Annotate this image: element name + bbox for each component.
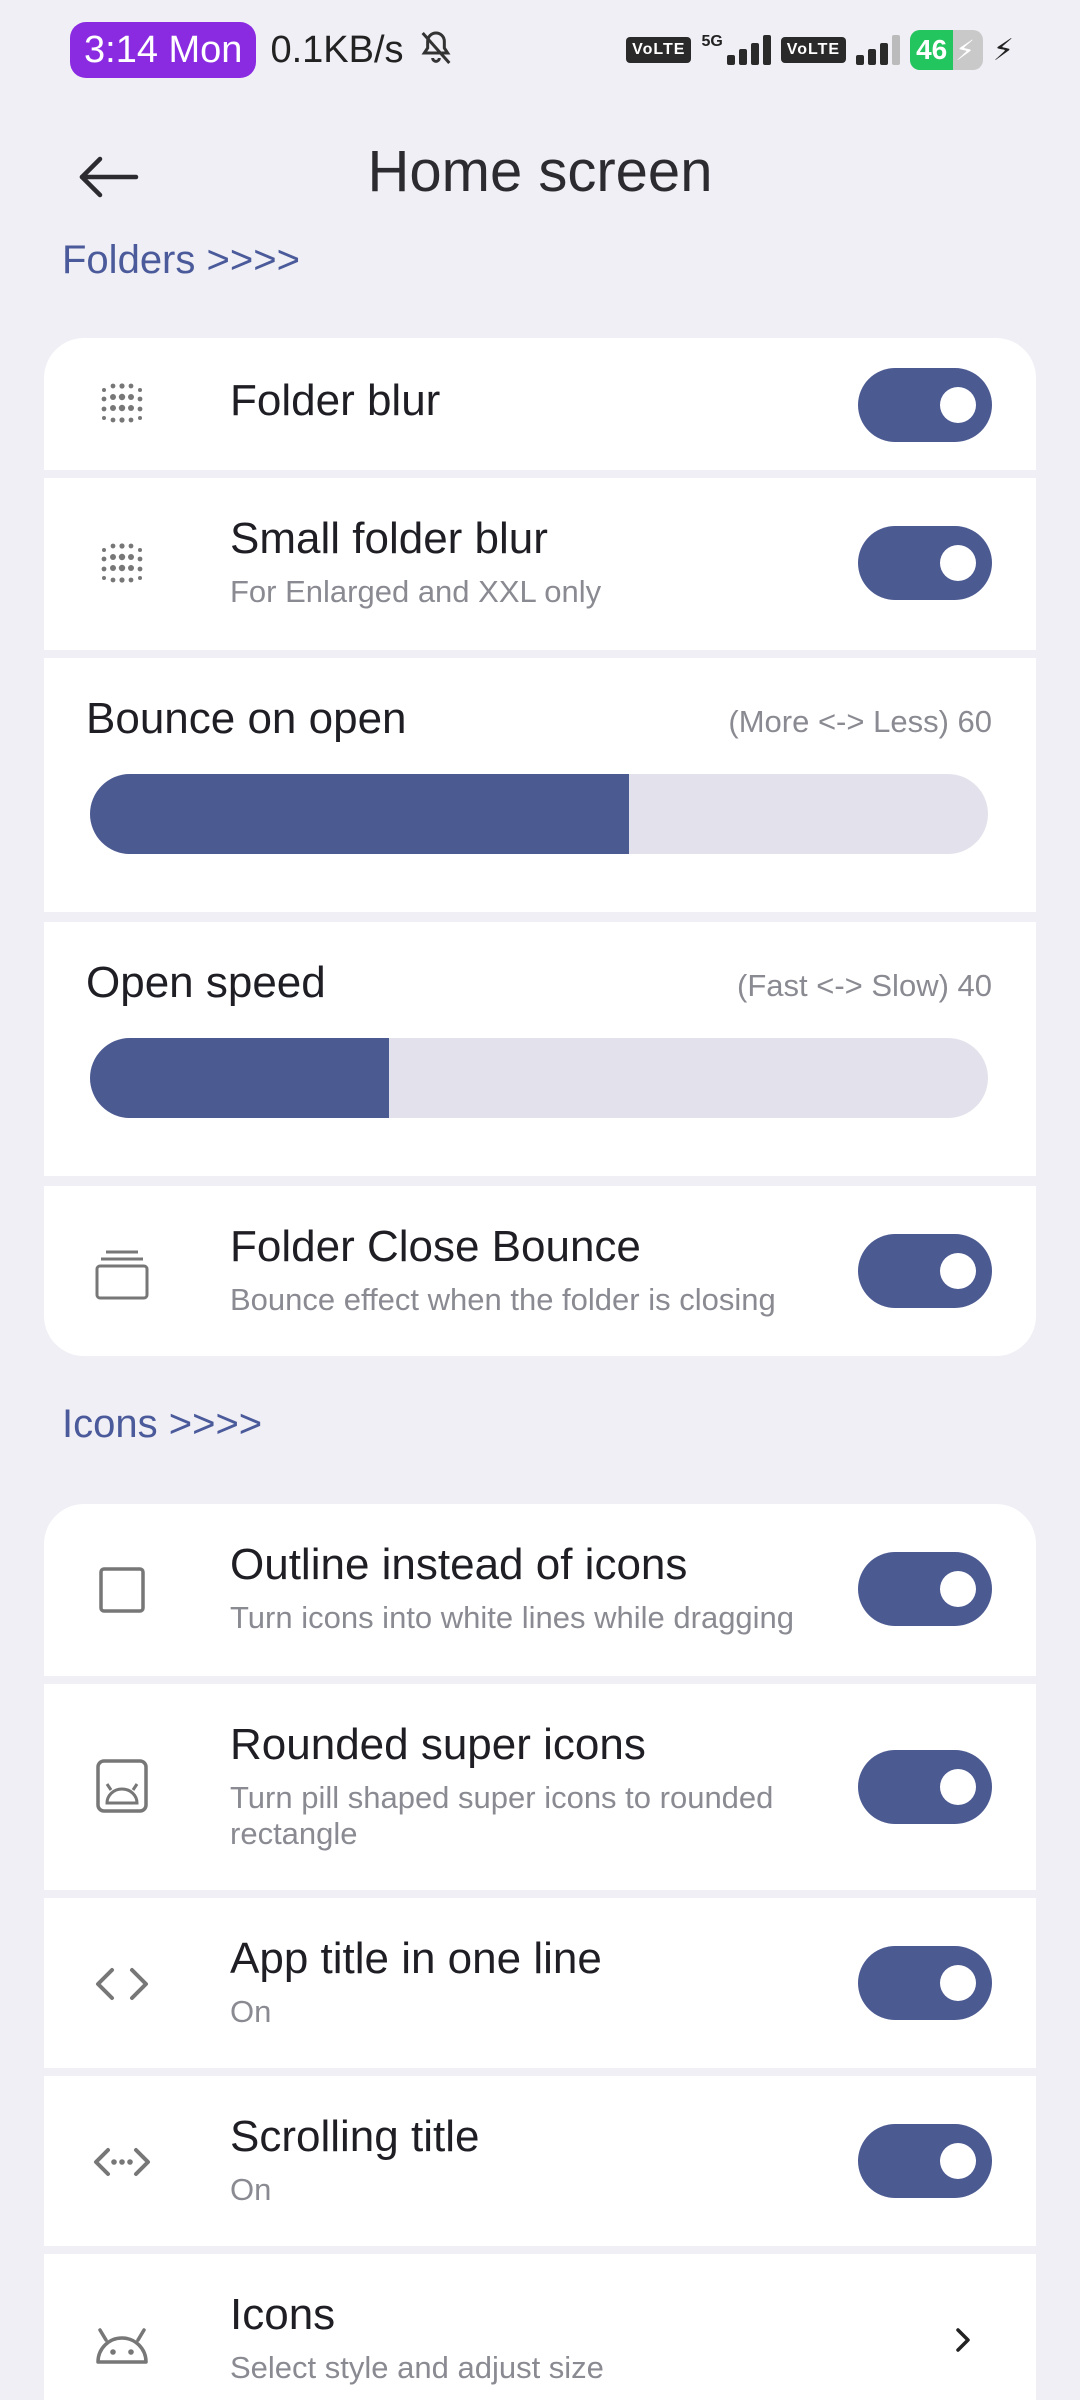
charging-bolt-icon: ⚡	[955, 34, 975, 66]
battery-level: 46	[910, 30, 954, 70]
row-subtitle: Select style and adjust size	[230, 2350, 604, 2385]
signal-icon	[726, 35, 771, 65]
section-title-icons: Icons >>>>	[62, 1402, 263, 1446]
row-subtitle: For Enlarged and XXL only	[230, 574, 602, 609]
toggle-knob	[940, 1965, 976, 2001]
android-icon	[92, 2314, 152, 2374]
row-title: Folder blur	[230, 376, 441, 425]
toggle-knob	[940, 1253, 976, 1289]
folder-blur-toggle[interactable]	[858, 368, 992, 442]
row-title: Small folder blur	[230, 514, 548, 563]
scrolling-title-toggle[interactable]	[858, 2124, 992, 2198]
app-title-one-line-toggle[interactable]	[858, 1946, 992, 2020]
folder-blur-row[interactable]: Folder blur	[44, 338, 1036, 470]
open-speed-slider[interactable]	[90, 1038, 988, 1118]
volte-badge: VoLTE	[626, 37, 692, 63]
open-speed-row: Open speed (Fast <-> Slow) 40	[44, 922, 1036, 1176]
slider-fill	[90, 774, 629, 854]
page-title: Home screen	[367, 139, 713, 204]
section-title-folders: Folders >>>>	[62, 238, 300, 282]
slider-value: (Fast <-> Slow) 40	[737, 968, 992, 1003]
app-bar: Home screen	[0, 120, 1080, 230]
toggle-knob	[940, 2143, 976, 2179]
toggle-knob	[940, 1571, 976, 1607]
rounded-super-icons-row[interactable]: Rounded super icons Turn pill shaped sup…	[44, 1684, 1036, 1890]
chevron-right-icon	[948, 2320, 978, 2360]
status-bar: 3:14 Mon 0.1KB/s VoLTE 5G VoLTE 46 ⚡ ⚡	[0, 0, 1080, 100]
app-title-one-line-row[interactable]: App title in one line On	[44, 1898, 1036, 2068]
slider-title: Bounce on open	[86, 694, 407, 743]
network-type: 5G	[701, 33, 723, 50]
row-title: Outline instead of icons	[230, 1540, 688, 1589]
folder-close-bounce-row[interactable]: Folder Close Bounce Bounce effect when t…	[44, 1186, 1036, 1356]
bounce-on-open-slider[interactable]	[90, 774, 988, 854]
row-subtitle: Turn icons into white lines while draggi…	[230, 1600, 795, 1635]
blur-dots-icon	[92, 374, 152, 434]
row-title: Icons	[230, 2290, 336, 2339]
charging-icon: ⚡	[992, 33, 1014, 67]
square-outline-icon	[92, 1560, 152, 1620]
scrolling-title-row[interactable]: Scrolling title On	[44, 2076, 1036, 2246]
row-title: Folder Close Bounce	[230, 1222, 641, 1271]
horizontal-scroll-icon	[92, 2132, 152, 2192]
row-title: Rounded super icons	[230, 1720, 646, 1769]
muted-bell-icon	[416, 28, 456, 73]
row-title: App title in one line	[230, 1934, 602, 1983]
android-frame-icon	[92, 1756, 152, 1816]
outline-icons-row[interactable]: Outline instead of icons Turn icons into…	[44, 1504, 1036, 1676]
code-brackets-icon	[92, 1954, 152, 2014]
status-time: 3:14 Mon	[70, 22, 257, 78]
row-subtitle: On	[230, 1994, 272, 2029]
network-speed: 0.1KB/s	[270, 28, 404, 71]
icons-settings-row[interactable]: Icons Select style and adjust size	[44, 2254, 1036, 2400]
slider-fill	[90, 1038, 390, 1118]
small-folder-blur-toggle[interactable]	[858, 526, 992, 600]
folder-close-bounce-toggle[interactable]	[858, 1234, 992, 1308]
blur-dots-icon	[92, 534, 152, 594]
slider-title: Open speed	[86, 958, 326, 1007]
row-title: Scrolling title	[230, 2112, 480, 2161]
battery-icon: 46 ⚡	[910, 30, 983, 70]
rounded-super-icons-toggle[interactable]	[858, 1750, 992, 1824]
toggle-knob	[940, 387, 976, 423]
outline-icons-toggle[interactable]	[858, 1552, 992, 1626]
small-folder-blur-row[interactable]: Small folder blur For Enlarged and XXL o…	[44, 478, 1036, 650]
volte-badge-2: VoLTE	[780, 37, 847, 63]
row-subtitle: Bounce effect when the folder is closing	[230, 1282, 776, 1317]
toggle-knob	[940, 1769, 976, 1805]
row-subtitle: On	[230, 2172, 272, 2207]
toggle-knob	[940, 545, 976, 581]
row-subtitle: Turn pill shaped super icons to rounded …	[230, 1780, 774, 1851]
bounce-on-open-row: Bounce on open (More <-> Less) 60	[44, 658, 1036, 912]
slider-value: (More <-> Less) 60	[728, 704, 992, 739]
folder-stack-icon	[92, 1244, 152, 1304]
signal-icon-2	[856, 35, 901, 65]
